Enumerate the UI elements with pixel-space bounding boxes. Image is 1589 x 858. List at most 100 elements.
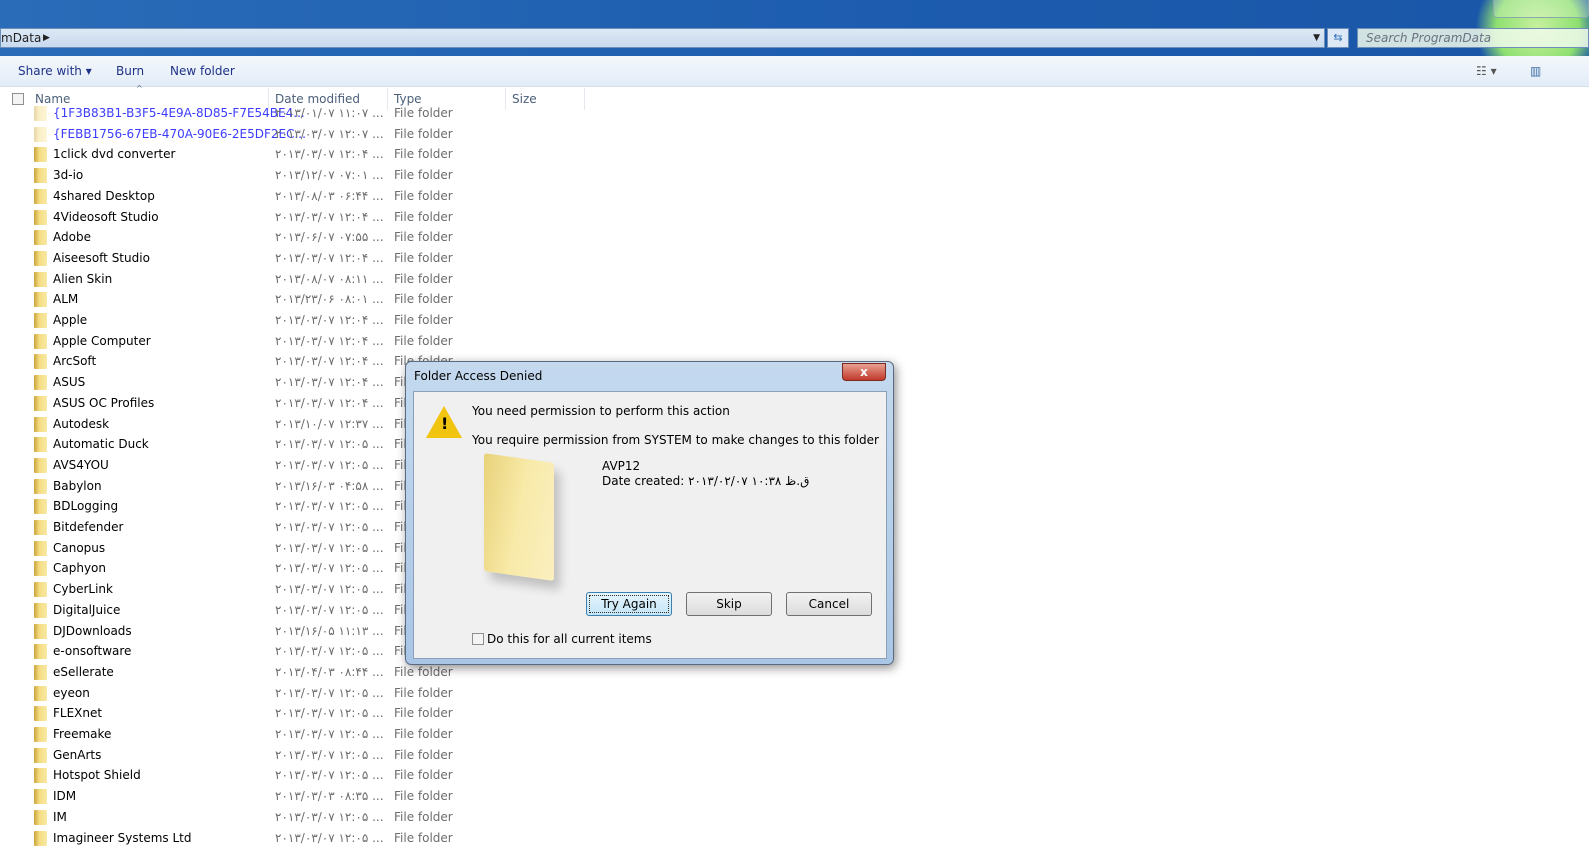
chevron-down-icon[interactable]: ▼ (1313, 29, 1320, 47)
date-modified: ۲۰۱۳/۰۳/۰۷ ۱۲:۰۷ ... (275, 126, 384, 141)
file-name: {1F3B83B1-B3F5-4E9A-8D85-F7E54BE4... (53, 106, 305, 120)
folder-icon (34, 540, 47, 556)
do-this-for-all-checkbox[interactable] (472, 633, 484, 645)
date-modified: ۲۰۱۳/۰۳/۰۷ ۱۲:۰۵ ... (275, 644, 384, 659)
file-row[interactable]: 4shared Desktop ۲۰۱۳/۰۸/۰۳ ۰۶:۴۴ ... Fil… (0, 186, 600, 206)
date-modified: ۲۰۱۳/۰۳/۰۷ ۱۲:۰۴ ... (275, 209, 384, 224)
date-modified: ۲۰۱۳/۰۶/۰۷ ۰۷:۵۵ ... (275, 230, 384, 245)
file-type: File folder (394, 126, 453, 141)
share-with-button[interactable]: Share with ▾ (18, 64, 92, 78)
date-created: Date created: ۲۰۱۳/۰۲/۰۷ ق.ظ ۱۰:۳۸ (602, 474, 810, 488)
date-modified: ۲۰۱۳/۰۳/۰۷ ۱۲:۰۵ ... (275, 747, 384, 762)
folder-icon (34, 520, 47, 535)
folder-icon (34, 437, 47, 453)
folder-icon (34, 685, 47, 701)
date-modified: ۲۰۱۳/۰۳/۰۷ ۱۲:۰۵ ... (275, 582, 384, 597)
file-row[interactable]: eyeon ۲۰۱۳/۰۳/۰۷ ۱۲:۰۵ ... File folder (0, 683, 600, 703)
dialog-heading: You need permission to perform this acti… (472, 404, 730, 418)
file-row[interactable]: IM ۲۰۱۳/۰۳/۰۷ ۱۲:۰۵ ... File folder (0, 807, 600, 827)
close-button[interactable]: x (842, 363, 886, 381)
search-input[interactable]: Search ProgramData (1357, 28, 1589, 48)
file-name: FLEXnet (53, 706, 103, 721)
file-row[interactable]: 4Videosoft Studio ۲۰۱۳/۰۳/۰۷ ۱۲:۰۴ ... F… (0, 207, 600, 227)
checkbox-label[interactable]: Do this for all current items (487, 632, 652, 646)
folder-name: AVP12 (602, 459, 641, 473)
file-row[interactable]: Adobe ۲۰۱۳/۰۶/۰۷ ۰۷:۵۵ ... File folder (0, 227, 600, 247)
folder-icon (34, 250, 47, 266)
folder-icon (34, 209, 47, 225)
file-row[interactable]: {1F3B83B1-B3F5-4E9A-8D85-F7E54BE4... ۲۰۱… (0, 104, 600, 123)
folder-icon (484, 453, 554, 581)
file-row[interactable]: FLEXnet ۲۰۱۳/۰۳/۰۷ ۱۲:۰۵ ... File folder (0, 703, 600, 723)
file-name: ALM (53, 292, 79, 307)
date-modified: ۲۰۱۳/۰۳/۰۷ ۱۲:۰۵ ... (275, 685, 384, 700)
file-name: Hotspot Shield (53, 768, 141, 783)
folder-icon (34, 313, 47, 328)
date-modified: ۲۰۱۳/۰۸/۰۷ ۰۸:۱۱ ... (275, 271, 384, 286)
folder-icon (34, 602, 47, 618)
burn-button[interactable]: Burn (116, 64, 144, 78)
file-row[interactable]: Apple Computer ۲۰۱۳/۰۳/۰۷ ۱۲:۰۴ ... File… (0, 331, 600, 351)
window-controls[interactable] (1493, 0, 1589, 18)
dialog-message: You require permission from SYSTEM to ma… (472, 433, 879, 447)
file-type: File folder (394, 789, 453, 804)
file-name: 1click dvd converter (53, 147, 176, 162)
sort-up-icon: ^ (136, 84, 143, 93)
preview-pane-icon[interactable]: ▥ (1530, 64, 1541, 78)
file-row[interactable]: Freemake ۲۰۱۳/۰۳/۰۷ ۱۲:۰۵ ... File folde… (0, 724, 600, 744)
date-modified: ۲۰۱۳/۰۳/۰۷ ۱۲:۰۴ ... (275, 395, 384, 410)
file-name: AVS4YOU (53, 457, 109, 472)
command-bar: Share with ▾ Burn New folder ☷ ▾ ▥ (0, 56, 1589, 87)
date-modified: ۲۰۱۳/۰۳/۰۷ ۱۲:۰۵ ... (275, 457, 384, 472)
file-row[interactable]: GenArts ۲۰۱۳/۰۳/۰۷ ۱۲:۰۵ ... File folder (0, 745, 600, 765)
file-row[interactable]: Hotspot Shield ۲۰۱۳/۰۳/۰۷ ۱۲:۰۵ ... File… (0, 765, 600, 785)
date-modified: ۲۰۱۳/۰۳/۰۷ ۱۲:۰۴ ... (275, 147, 384, 162)
folder-icon (34, 561, 47, 577)
file-row[interactable]: Alien Skin ۲۰۱۳/۰۸/۰۷ ۰۸:۱۱ ... File fol… (0, 269, 600, 289)
file-row[interactable]: {FEBB1756-67EB-470A-90E6-2E5DF2EC... ۲۰۱… (0, 124, 600, 144)
file-name: Bitdefender (53, 520, 124, 534)
view-options-icon[interactable]: ☷ ▾ (1476, 64, 1497, 78)
file-name: ASUS OC Profiles (53, 395, 155, 410)
date-modified: ۲۰۱۳/۰۳/۰۷ ۱۲:۰۵ ... (275, 768, 384, 783)
date-modified: ۲۰۱۳/۰۸/۰۳ ۰۶:۴۴ ... (275, 188, 384, 203)
folder-icon (34, 375, 47, 391)
try-again-button[interactable]: Try Again (586, 592, 672, 616)
file-name: Freemake (53, 727, 112, 741)
cancel-button[interactable]: Cancel (786, 592, 872, 616)
file-type: File folder (394, 809, 453, 824)
folder-icon (34, 747, 47, 763)
file-row[interactable]: Aiseesoft Studio ۲۰۱۳/۰۳/۰۷ ۱۲:۰۴ ... Fi… (0, 248, 600, 268)
date-modified: ۲۰۱۳/۰۳/۰۷ ۱۲:۰۵ ... (275, 706, 384, 721)
date-modified: ۲۰۱۳/۰۳/۰۷ ۱۲:۰۵ ... (275, 830, 384, 845)
date-modified: ۲۰۱۳/۰۳/۰۷ ۱۲:۰۴ ... (275, 333, 384, 348)
breadcrumb-arrow-icon[interactable]: ▶ (43, 29, 50, 47)
address-bar[interactable]: mData ▶ ▼ (0, 28, 1325, 48)
file-name: Automatic Duck (53, 437, 149, 452)
folder-icon (34, 623, 47, 639)
file-row[interactable]: ALM ۲۰۱۳/۲۳/۰۶ ۰۸:۰۱ ... File folder (0, 289, 600, 309)
refresh-button[interactable]: ⇆ (1327, 28, 1349, 48)
skip-button[interactable]: Skip (686, 592, 772, 616)
file-row[interactable]: IDM ۲۰۱۳/۰۳/۰۳ ۰۸:۳۵ ... File folder (0, 786, 600, 806)
file-name: CyberLink (53, 582, 113, 597)
file-row[interactable]: Apple ۲۰۱۳/۰۳/۰۷ ۱۲:۰۴ ... File folder (0, 310, 600, 330)
file-name: DJDownloads (53, 623, 132, 638)
address-path: mData (1, 31, 42, 45)
file-row[interactable]: Imagineer Systems Ltd ۲۰۱۳/۰۳/۰۷ ۱۲:۰۵ .… (0, 828, 600, 848)
file-name: Apple Computer (53, 333, 151, 348)
date-modified: ۲۰۱۳/۰۳/۰۷ ۱۲:۰۴ ... (275, 375, 384, 390)
date-modified: ۲۰۱۳/۲۳/۰۶ ۰۸:۰۱ ... (275, 292, 384, 307)
file-name: {FEBB1756-67EB-470A-90E6-2E5DF2EC... (53, 126, 306, 141)
warning-icon: ! (426, 406, 462, 438)
file-row[interactable]: 3d-io ۲۰۱۳/۱۲/۰۷ ۰۷:۰۱ ... File folder (0, 165, 600, 185)
folder-icon (34, 789, 47, 805)
file-type: File folder (394, 209, 453, 224)
file-row[interactable]: 1click dvd converter ۲۰۱۳/۰۳/۰۷ ۱۲:۰۴ ..… (0, 144, 600, 164)
folder-icon (34, 644, 47, 660)
file-name: Imagineer Systems Ltd (53, 830, 192, 845)
folder-icon (34, 147, 47, 163)
folder-icon (34, 168, 47, 184)
date-modified: ۲۰۱۳/۰۳/۰۷ ۱۲:۰۵ ... (275, 520, 384, 534)
new-folder-button[interactable]: New folder (170, 64, 235, 78)
